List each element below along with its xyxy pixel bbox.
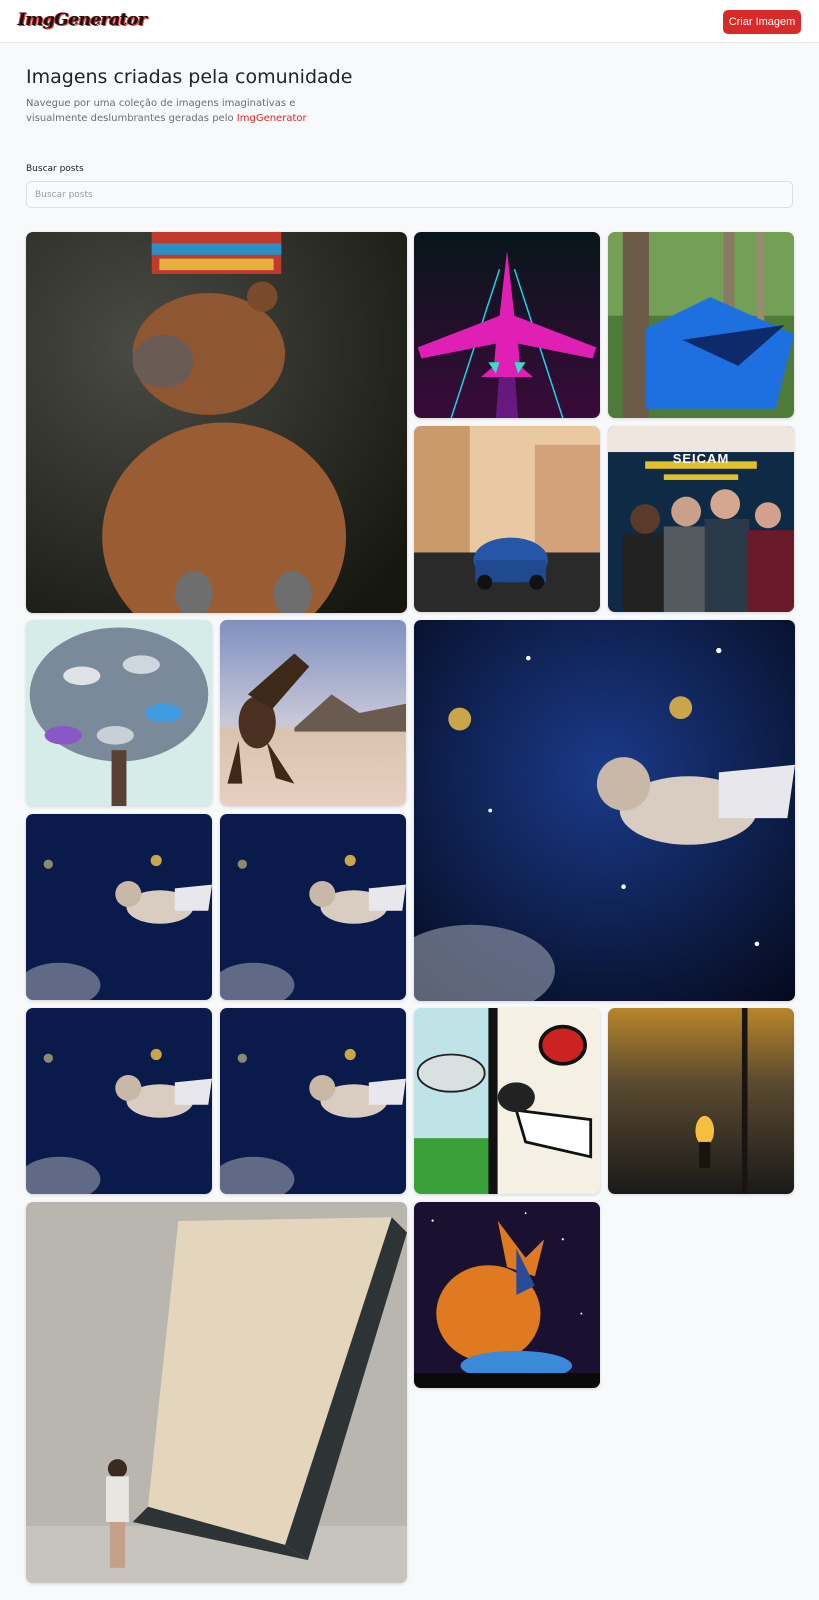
page-description: Navegue por uma coleção de imagens imagi… — [26, 96, 326, 126]
logo[interactable]: ImgGenerator — [18, 10, 147, 30]
hammock-image — [608, 232, 794, 418]
post-cartoon-mosquito[interactable] — [414, 1008, 600, 1194]
dinosaur-image — [220, 620, 406, 806]
search-label: Buscar posts — [26, 164, 84, 174]
post-space-dog[interactable] — [220, 1008, 406, 1194]
capybara-image — [26, 232, 407, 613]
post-hammock[interactable] — [608, 232, 794, 418]
top-nav: ImgGenerator Criar Imagem — [0, 0, 819, 43]
create-image-button[interactable]: Criar Imagem — [723, 10, 801, 34]
neon-jet-image — [414, 232, 600, 418]
post-space-dog-large[interactable] — [414, 620, 795, 1001]
post-space-dog[interactable] — [26, 814, 212, 1000]
space-dog-large-image — [414, 620, 795, 1001]
post-space-fox[interactable] — [414, 1202, 600, 1388]
post-beetle-car[interactable] — [414, 426, 600, 612]
space-dog-image — [220, 1008, 406, 1194]
sneaker-tree-image — [26, 620, 212, 806]
post-sneaker-tree[interactable] — [26, 620, 212, 806]
post-dinosaur[interactable] — [220, 620, 406, 806]
beetle-car-image — [414, 426, 600, 612]
space-dog-image — [220, 814, 406, 1000]
post-neon-jet[interactable] — [414, 232, 600, 418]
cartoon-mosquito-image — [414, 1008, 600, 1194]
space-fox-image — [414, 1202, 600, 1388]
post-space-dog[interactable] — [26, 1008, 212, 1194]
giant-book-image — [26, 1202, 407, 1583]
poster-title: SEICAM — [672, 451, 730, 466]
space-dog-image — [26, 814, 212, 1000]
post-movie-poster[interactable]: SEICAM — [608, 426, 794, 612]
post-giant-book[interactable] — [26, 1202, 407, 1583]
post-capybara[interactable] — [26, 232, 407, 613]
search-input[interactable] — [26, 181, 793, 208]
space-dog-image — [26, 1008, 212, 1194]
brand-name: ImgGenerator — [236, 113, 307, 124]
post-burning-figure[interactable] — [608, 1008, 794, 1194]
post-space-dog[interactable] — [220, 814, 406, 1000]
page-title: Imagens criadas pela comunidade — [26, 66, 353, 88]
burning-figure-image — [608, 1008, 794, 1194]
